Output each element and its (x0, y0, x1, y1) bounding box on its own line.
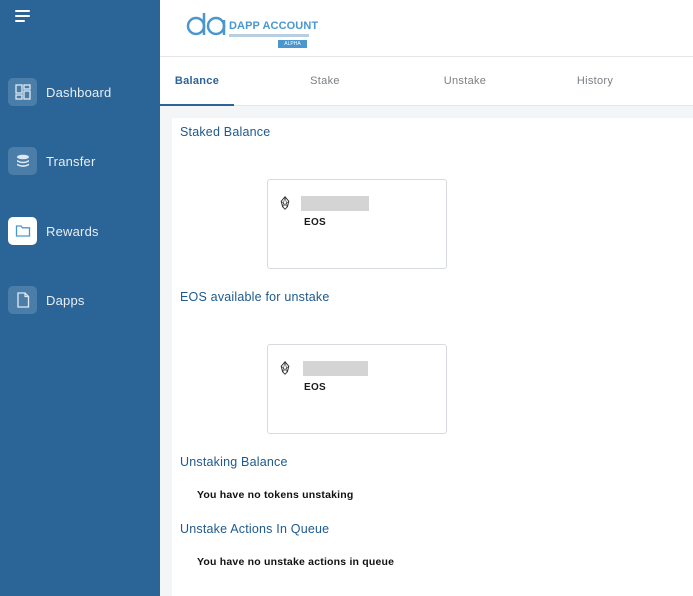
da-logo-icon (186, 13, 226, 36)
tab-unstake[interactable]: Unstake (400, 57, 530, 106)
available-balance-card: EOS (267, 344, 447, 434)
sidebar-item-label: Rewards (46, 223, 99, 239)
alpha-badge: ALPHA (278, 40, 307, 48)
sidebar: Dashboard Transfer Rewards Dapps (0, 0, 160, 596)
tab-history[interactable]: History (530, 57, 660, 106)
balance-panel: Staked Balance EOS EOS available for uns… (172, 118, 693, 596)
tab-balance[interactable]: Balance (160, 57, 234, 106)
queue-empty-message: You have no unstake actions in queue (197, 556, 395, 568)
available-amount-redacted (303, 361, 368, 376)
folder-icon (8, 217, 37, 245)
sidebar-item-label: Dashboard (46, 84, 112, 100)
logo-tagline (229, 34, 309, 37)
app-logo[interactable]: DAPP ACCOUNT ALPHA (186, 12, 318, 48)
document-icon (8, 286, 37, 314)
tab-stake[interactable]: Stake (260, 57, 390, 106)
sidebar-item-dapps[interactable]: Dapps (8, 285, 158, 315)
header: DAPP ACCOUNT ALPHA (160, 0, 693, 57)
hamburger-menu-icon[interactable] (15, 10, 31, 24)
staked-balance-card: EOS (267, 179, 447, 269)
sidebar-item-dashboard[interactable]: Dashboard (8, 77, 158, 107)
staked-balance-title: Staked Balance (180, 125, 271, 139)
coins-icon (8, 147, 37, 175)
sidebar-item-label: Dapps (46, 292, 85, 308)
unstaking-empty-message: You have no tokens unstaking (197, 489, 354, 501)
eos-icon (280, 361, 290, 375)
eos-icon (280, 196, 290, 210)
unstaking-balance-title: Unstaking Balance (180, 455, 288, 469)
available-unstake-title: EOS available for unstake (180, 290, 330, 304)
sidebar-item-label: Transfer (46, 153, 96, 169)
staked-amount-redacted (301, 196, 369, 211)
sidebar-item-transfer[interactable]: Transfer (8, 146, 158, 176)
tab-bar: Balance Stake Unstake History (160, 57, 693, 106)
dashboard-icon (8, 78, 37, 106)
logo-title: DAPP ACCOUNT (229, 20, 319, 32)
token-symbol: EOS (304, 217, 327, 228)
unstake-queue-title: Unstake Actions In Queue (180, 522, 330, 536)
token-symbol: EOS (304, 382, 327, 393)
sidebar-item-rewards[interactable]: Rewards (8, 216, 158, 246)
